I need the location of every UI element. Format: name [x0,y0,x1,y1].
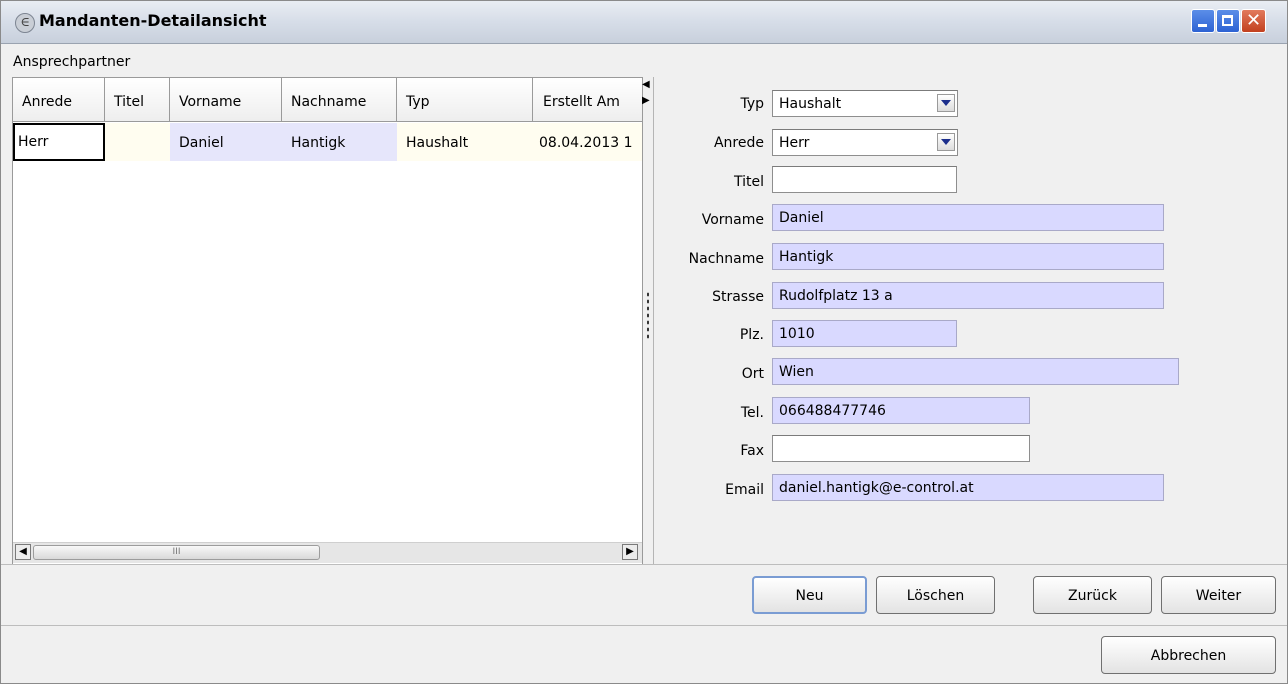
maximize-button[interactable] [1216,9,1240,33]
anrede-value: Herr [779,135,810,151]
field-label-tel: Tel. [740,405,764,421]
anrede-dropdown-button[interactable] [937,133,955,151]
loeschen-button[interactable]: Löschen [876,576,995,614]
neu-button[interactable]: Neu [752,576,867,614]
typ-value: Haushalt [779,96,842,112]
column-header-titel[interactable]: Titel [105,78,170,122]
separator-line [1,564,1287,565]
column-header-typ[interactable]: Typ [397,78,533,122]
field-label-anrede: Anrede [713,135,764,151]
window-title: Mandanten-Detailansicht [39,11,267,30]
email-input[interactable]: daniel.hantigk@e-control.at [772,474,1164,501]
field-label-ort: Ort [741,366,764,382]
titel-input[interactable] [772,166,957,193]
table-row[interactable]: Herr Daniel Hantigk Haushalt 08.04.2013 … [13,123,642,161]
table-cell[interactable]: Herr [13,123,105,161]
typ-select[interactable]: Haushalt [772,90,958,117]
close-button[interactable]: ✕ [1241,9,1266,33]
chevron-left-icon: ◀ [19,546,27,557]
typ-dropdown-button[interactable] [937,94,955,112]
table-cell[interactable]: Haushalt [397,123,533,161]
horizontal-scrollbar[interactable]: ◀ III ▶ [13,542,642,563]
contacts-table: Anrede Titel Vorname Nachname Typ Erstel… [12,77,643,565]
close-icon: ✕ [1245,10,1262,31]
fax-input[interactable] [772,435,1030,462]
column-header-anrede[interactable]: Anrede [13,78,105,122]
plz-input[interactable]: 1010 [772,320,957,347]
column-header-erstellt-am[interactable]: Erstellt Am [533,78,642,122]
table-header: Anrede Titel Vorname Nachname Typ Erstel… [13,78,642,123]
field-label-titel: Titel [733,174,764,190]
weiter-button[interactable]: Weiter [1161,576,1276,614]
maximize-icon [1222,15,1233,26]
column-header-vorname[interactable]: Vorname [170,78,282,122]
chevron-right-icon: ▶ [626,546,634,557]
tel-input[interactable]: 066488477746 [772,397,1030,424]
field-label-nachname: Nachname [688,251,764,267]
column-header-nachname[interactable]: Nachname [282,78,397,122]
anrede-select[interactable]: Herr [772,129,958,156]
field-label-email: Email [725,482,764,498]
abbrechen-button[interactable]: Abbrechen [1101,636,1276,674]
scroll-right-button[interactable]: ▶ [622,544,638,560]
zurueck-button[interactable]: Zurück [1033,576,1152,614]
app-logo-icon: ∈ [15,13,35,33]
scrollbar-thumb[interactable]: III [33,545,320,560]
strasse-input[interactable]: Rudolfplatz 13 a [772,282,1164,309]
field-label-plz: Plz. [739,327,764,343]
chevron-down-icon [941,100,951,106]
chevron-left-icon[interactable]: ◀ [642,79,650,90]
table-cell[interactable]: Daniel [170,123,282,161]
minimize-button[interactable] [1191,9,1215,33]
table-cell[interactable]: 08.04.2013 1 [533,123,642,161]
separator-line [1,625,1287,626]
vorname-input[interactable]: Daniel [772,204,1164,231]
scroll-left-button[interactable]: ◀ [15,544,31,560]
ort-input[interactable]: Wien [772,358,1179,385]
field-label-vorname: Vorname [701,212,764,228]
minimize-icon [1198,24,1207,27]
title-bar[interactable]: ∈ Mandanten-Detailansicht ✕ [1,1,1287,44]
nachname-input[interactable]: Hantigk [772,243,1164,270]
dialog-window: ∈ Mandanten-Detailansicht ✕ Ansprechpart… [0,0,1288,684]
section-label-ansprechpartner: Ansprechpartner [13,54,131,70]
table-cell[interactable]: Hantigk [282,123,397,161]
field-label-typ: Typ [740,96,764,112]
table-cell[interactable] [105,123,170,161]
field-label-strasse: Strasse [712,289,764,305]
grip-icon: III [172,547,181,557]
chevron-down-icon [941,139,951,145]
field-label-fax: Fax [740,443,764,459]
